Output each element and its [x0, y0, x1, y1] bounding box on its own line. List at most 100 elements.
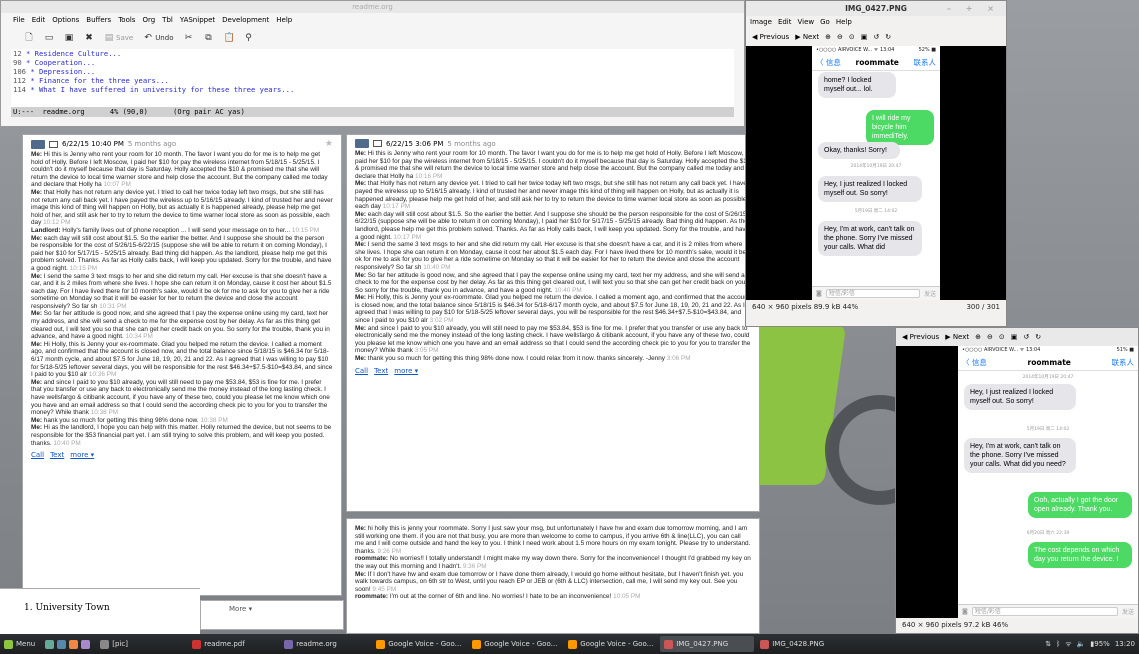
window-controls[interactable]: – + ×: [947, 1, 1000, 16]
next-button[interactable]: ▶ Next: [945, 333, 969, 341]
viewer-toolbar: ◀ Previous ▶ Next ⊕ ⊖ ⊙ ▣ ↺ ↻: [746, 28, 1006, 46]
zoom-in-icon[interactable]: ⊕: [975, 333, 981, 341]
start-menu-button[interactable]: Menu: [0, 636, 39, 652]
zoom-normal-icon[interactable]: ⊙: [849, 33, 855, 41]
wifi-icon[interactable]: ᯤ: [1065, 640, 1071, 649]
search-button[interactable]: ⚲: [240, 29, 256, 47]
message: Me: So far her attitude is good now, and…: [355, 272, 751, 295]
pdf-document-fragment: 1. University Town: [0, 588, 200, 634]
text-link[interactable]: Text: [50, 451, 64, 459]
org-heading[interactable]: * Depression...: [30, 67, 95, 76]
network-icon[interactable]: ⇅: [1045, 640, 1051, 648]
star-icon[interactable]: ★: [325, 139, 333, 149]
taskbar-item-gv-3[interactable]: Google Voice - Goo...: [564, 636, 658, 652]
message-time: 10:40 PM: [554, 286, 582, 294]
emacs-buffer[interactable]: 12 * Residence Culture... 90 * Cooperati…: [11, 49, 734, 107]
taskbar-item-readme-org[interactable]: readme.org: [280, 636, 370, 652]
zoom-in-icon[interactable]: ⊕: [825, 33, 831, 41]
quicklaunch[interactable]: [41, 636, 94, 652]
previous-button[interactable]: ◀ Previous: [752, 33, 789, 41]
close-buffer-button[interactable]: ✖: [81, 29, 97, 47]
menu-image[interactable]: Image: [750, 16, 772, 28]
cut-button[interactable]: ✂: [180, 29, 196, 47]
conversation-header: 6/22/15 10:40 PM 5 months ago ★: [23, 135, 341, 151]
menu-options[interactable]: Options: [52, 13, 79, 27]
zoom-out-icon[interactable]: ⊖: [837, 33, 843, 41]
menu-yasnippet[interactable]: YASnippet: [180, 13, 215, 27]
viewer-statusbar: 640 × 960 pixels 97.2 kB 46%: [896, 618, 1138, 632]
phone-input-bar: ◙ 短信/彩信 发送: [812, 286, 940, 300]
phone-statusbar: •○○○○ AIRVOICE W... ᯤ 13:04 52% ■: [812, 46, 940, 55]
taskbar-item-gv-2[interactable]: Google Voice - Goo...: [468, 636, 562, 652]
battery-label: 95%: [1094, 640, 1110, 648]
menu-org[interactable]: Org: [142, 13, 155, 27]
taskbar-item-img-0428[interactable]: IMG_0428.PNG: [756, 636, 850, 652]
battery-icon[interactable]: ▮95%: [1090, 640, 1109, 648]
menu-edit[interactable]: Edit: [32, 13, 46, 27]
org-heading[interactable]: * What I have suffered in university for…: [30, 85, 294, 94]
fit-icon[interactable]: ▣: [1011, 333, 1018, 341]
menu-tools[interactable]: Tools: [118, 13, 135, 27]
menu-edit[interactable]: Edit: [778, 16, 792, 28]
more-link[interactable]: more ▾: [394, 367, 418, 375]
back-link: 〈 信息: [816, 58, 841, 67]
paste-button[interactable]: 📋: [220, 29, 236, 47]
copy-button[interactable]: ⧉: [200, 29, 216, 47]
zoom-normal-icon[interactable]: ⊙: [999, 333, 1005, 341]
line-number: 112: [13, 76, 26, 85]
menu-tbl[interactable]: Tbl: [162, 13, 173, 27]
call-link[interactable]: Call: [355, 367, 368, 375]
rotate-left-icon[interactable]: ↺: [1023, 333, 1029, 341]
org-heading[interactable]: * Finance for the three years...: [30, 76, 168, 85]
previous-button[interactable]: ◀ Previous: [902, 333, 939, 341]
menu-buffers[interactable]: Buffers: [86, 13, 111, 27]
viewer-titlebar: IMG_0427.PNG – + ×: [746, 1, 1006, 16]
clock[interactable]: 13:20: [1115, 640, 1135, 648]
buffer-line: 12 * Residence Culture...: [13, 49, 734, 58]
zoom-out-icon[interactable]: ⊖: [987, 333, 993, 341]
menu-help[interactable]: Help: [836, 16, 852, 28]
message-text: If I don't have hw and exam due tomorrow…: [355, 570, 744, 593]
org-heading[interactable]: * Cooperation...: [26, 58, 95, 67]
fit-icon[interactable]: ▣: [861, 33, 868, 41]
more-dropdown[interactable]: More ▾: [201, 601, 343, 613]
dired-button[interactable]: ▣: [61, 29, 77, 47]
viewer-image-area[interactable]: •○○○○ AIRVOICE W... ᯤ 13:04 51% ■ 〈 信息 roo…: [896, 346, 1138, 618]
call-link[interactable]: Call: [31, 451, 44, 459]
buffer-line: 106 * Depression...: [13, 67, 734, 76]
message-text: Hi Holly, this is Jenny your ex-roommate…: [31, 340, 333, 379]
message-sender: Me:: [31, 234, 43, 242]
message: roommate: I'm out at the corner of 6th a…: [355, 593, 751, 601]
volume-icon[interactable]: 🔈: [1077, 640, 1086, 648]
viewer-image-area[interactable]: •○○○○ AIRVOICE W... ᯤ 13:04 52% ■ 〈 信息 roo…: [746, 46, 1006, 300]
taskbar-item-gv-1[interactable]: Google Voice - Goo...: [372, 636, 466, 652]
gv-conversation-bottom: Me: hi holly this is jenny your roommate…: [346, 518, 760, 634]
rotate-left-icon[interactable]: ↺: [873, 33, 879, 41]
message-sender: Me:: [31, 310, 43, 318]
message-time: 10:38 PM: [90, 409, 119, 417]
next-button[interactable]: ▶ Next: [795, 33, 819, 41]
menu-view[interactable]: View: [798, 16, 815, 28]
new-file-button[interactable]: 🗋: [21, 29, 37, 47]
org-heading[interactable]: * Residence Culture...: [26, 49, 121, 58]
save-button[interactable]: ▤ Save: [101, 29, 136, 47]
rotate-right-icon[interactable]: ↻: [885, 33, 891, 41]
taskbar-item-readme-pdf[interactable]: readme.pdf: [188, 636, 278, 652]
more-link[interactable]: more ▾: [70, 451, 94, 459]
menu-development[interactable]: Development: [222, 13, 269, 27]
envelope-icon: [373, 140, 382, 147]
camera-icon: ◙: [816, 290, 822, 297]
open-button[interactable]: ▭: [41, 29, 57, 47]
menu-file[interactable]: File: [13, 13, 25, 27]
task-label: [pic]: [112, 640, 128, 648]
conversation-date: 6/22/15 10:40 PM: [62, 140, 124, 148]
undo-button[interactable]: ↶ Undo: [140, 29, 176, 47]
taskbar-item-pic[interactable]: [pic]: [96, 636, 186, 652]
bluetooth-icon[interactable]: ᛒ: [1056, 640, 1060, 648]
message: Me: If I don't have hw and exam due tomo…: [355, 571, 751, 594]
rotate-right-icon[interactable]: ↻: [1035, 333, 1041, 341]
taskbar-item-img-0427[interactable]: IMG_0427.PNG: [660, 636, 755, 652]
menu-help[interactable]: Help: [276, 13, 292, 27]
menu-go[interactable]: Go: [820, 16, 830, 28]
text-link[interactable]: Text: [374, 367, 388, 375]
